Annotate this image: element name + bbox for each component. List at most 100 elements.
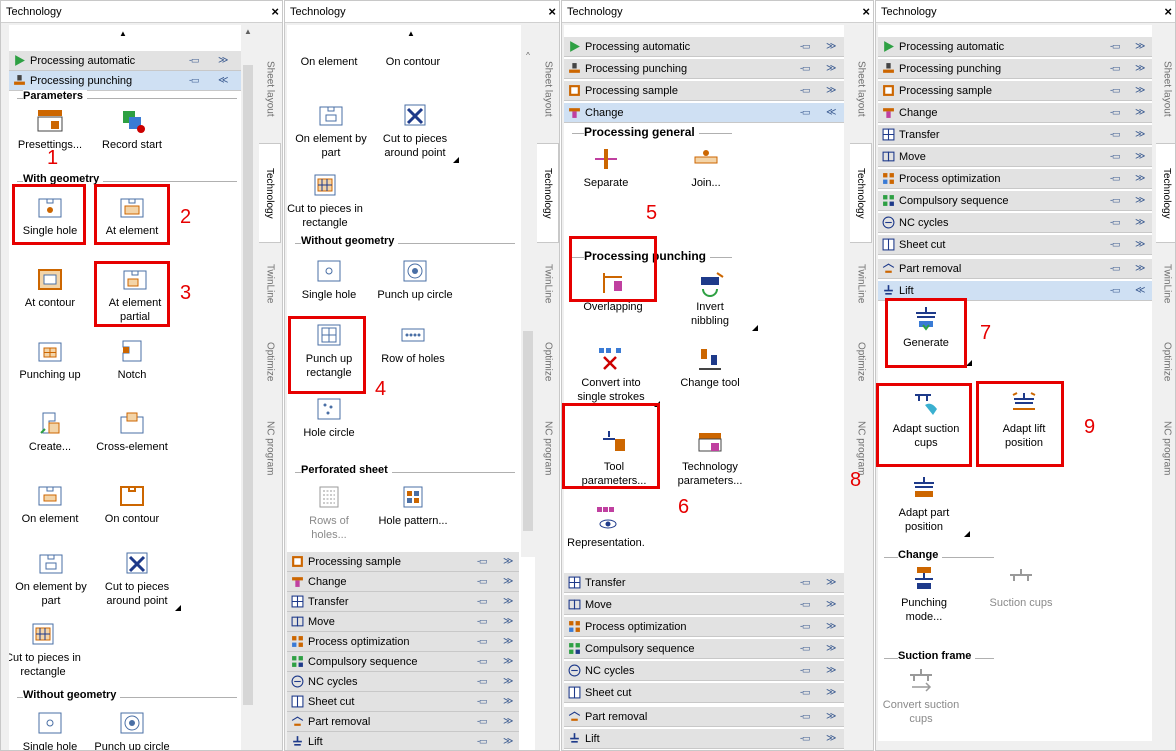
group-move[interactable]: Move -▭ ≫: [287, 612, 519, 632]
expand-icon[interactable]: ≫: [1135, 85, 1145, 96]
group-transfer[interactable]: Transfer -▭ ≫: [564, 573, 844, 593]
expand-icon[interactable]: ≫: [1135, 239, 1145, 250]
expand-icon[interactable]: ≫: [503, 696, 513, 707]
tab-sheet-layout[interactable]: Sheet layout: [850, 39, 872, 139]
expand-icon[interactable]: ≫: [826, 733, 836, 744]
pin-icon[interactable]: -▭: [189, 75, 199, 86]
hole-circle-button[interactable]: Hole circle: [287, 395, 371, 440]
expand-icon[interactable]: ≫: [1135, 195, 1145, 206]
vertical-scrollbar[interactable]: ^: [521, 25, 535, 557]
group-move[interactable]: Move -▭ ≫: [564, 595, 844, 615]
group-process-optimization[interactable]: Process optimization -▭ ≫: [564, 617, 844, 637]
group-compulsory-sequence[interactable]: Compulsory sequence -▭ ≫: [878, 191, 1152, 211]
scroll-top-icon[interactable]: ▲: [119, 29, 127, 38]
on-element-by-part-button[interactable]: On element by part: [9, 549, 93, 609]
expand-icon[interactable]: ≫: [503, 656, 513, 667]
pin-icon[interactable]: -▭: [477, 656, 487, 667]
on-element-button[interactable]: On element: [9, 481, 91, 526]
group-processing-punching[interactable]: Processing punching -▭ ≫: [564, 59, 844, 79]
create-button[interactable]: Create...: [9, 409, 91, 454]
group-part-removal[interactable]: Part removal -▭ ≫: [287, 712, 519, 732]
group-sheet-cut[interactable]: Sheet cut -▭ ≫: [878, 235, 1152, 255]
scroll-thumb[interactable]: [243, 65, 253, 705]
pin-icon[interactable]: -▭: [1110, 85, 1120, 96]
cut-to-pieces-around-point-button[interactable]: Cut to pieces around point: [95, 549, 181, 611]
tab-optimize[interactable]: Optimize: [1156, 325, 1175, 399]
single-hole-button[interactable]: Single hole: [287, 257, 371, 302]
expand-icon[interactable]: ≫: [1135, 217, 1145, 228]
convert-single-strokes-button[interactable]: Convert into single strokes: [564, 345, 660, 407]
pin-icon[interactable]: -▭: [800, 665, 810, 676]
technology-parameters-button[interactable]: Technology parameters...: [668, 429, 752, 489]
expand-icon[interactable]: ≫: [1135, 263, 1145, 274]
group-sheet-cut[interactable]: Sheet cut -▭ ≫: [564, 683, 844, 703]
tab-twinline[interactable]: TwinLine: [537, 247, 559, 321]
expand-icon[interactable]: ≫: [826, 687, 836, 698]
pin-icon[interactable]: -▭: [1110, 63, 1120, 74]
cut-to-pieces-around-point-button[interactable]: Cut to pieces around point: [373, 101, 459, 163]
single-hole-button[interactable]: Single hole: [9, 709, 91, 750]
expand-icon[interactable]: ≫: [826, 643, 836, 654]
pin-icon[interactable]: -▭: [477, 576, 487, 587]
on-contour-button[interactable]: On contour: [371, 55, 455, 69]
invert-nibbling-button[interactable]: Invert nibbling: [668, 269, 758, 331]
group-processing-automatic[interactable]: Processing automatic -▭ ≫: [878, 37, 1152, 57]
group-processing-sample[interactable]: Processing sample -▭ ≫: [564, 81, 844, 101]
pin-icon[interactable]: -▭: [800, 63, 810, 74]
change-tool-button[interactable]: Change tool: [668, 345, 752, 390]
pin-icon[interactable]: -▭: [1110, 173, 1120, 184]
on-element-by-part-button[interactable]: On element by part: [287, 101, 375, 161]
cross-element-button[interactable]: Cross-element: [91, 409, 173, 454]
tab-sheet-layout[interactable]: Sheet layout: [537, 39, 559, 139]
pin-icon[interactable]: -▭: [477, 676, 487, 687]
convert-suction-cups-button[interactable]: Convert suction cups: [878, 667, 966, 727]
tab-nc-program[interactable]: NC program: [1156, 403, 1175, 493]
pin-icon[interactable]: -▭: [1110, 239, 1120, 250]
separate-button[interactable]: Separate: [564, 145, 648, 190]
expand-icon[interactable]: ≫: [826, 621, 836, 632]
pin-icon[interactable]: -▭: [800, 643, 810, 654]
group-compulsory-sequence[interactable]: Compulsory sequence -▭ ≫: [564, 639, 844, 659]
pin-icon[interactable]: -▭: [477, 636, 487, 647]
group-change[interactable]: Change -▭ ≫: [287, 572, 519, 592]
expand-icon[interactable]: ≫: [826, 41, 836, 52]
row-of-holes-button[interactable]: Row of holes: [371, 321, 455, 366]
pin-icon[interactable]: -▭: [1110, 217, 1120, 228]
expand-icon[interactable]: ≫: [1135, 129, 1145, 140]
pin-icon[interactable]: -▭: [1110, 129, 1120, 140]
group-lift[interactable]: Lift -▭ ≫: [287, 732, 519, 750]
pin-icon[interactable]: -▭: [1110, 107, 1120, 118]
pin-icon[interactable]: -▭: [477, 616, 487, 627]
expand-icon[interactable]: ≫: [1135, 41, 1145, 52]
group-lift[interactable]: Lift -▭ ≫: [564, 729, 844, 749]
expand-icon[interactable]: ≫: [826, 63, 836, 74]
collapse-icon[interactable]: ≪: [826, 107, 836, 118]
expand-icon[interactable]: ≫: [1135, 63, 1145, 74]
pin-icon[interactable]: -▭: [800, 107, 810, 118]
group-processing-punching[interactable]: Processing punching -▭ ≪: [9, 71, 241, 91]
group-compulsory-sequence[interactable]: Compulsory sequence -▭ ≫: [287, 652, 519, 672]
record-start-button[interactable]: Record start: [91, 107, 173, 152]
rows-of-holes-button[interactable]: Rows of holes...: [293, 483, 365, 543]
pin-icon[interactable]: -▭: [477, 716, 487, 727]
group-nc-cycles[interactable]: NC cycles -▭ ≫: [287, 672, 519, 692]
group-processing-sample[interactable]: Processing sample -▭ ≫: [878, 81, 1152, 101]
expand-icon[interactable]: ≫: [503, 616, 513, 627]
scroll-up-icon[interactable]: ^: [521, 51, 535, 60]
pin-icon[interactable]: -▭: [1110, 285, 1120, 296]
punch-up-circle-button[interactable]: Punch up circle: [371, 257, 459, 302]
tab-technology[interactable]: Technology: [259, 143, 281, 243]
pin-icon[interactable]: -▭: [800, 599, 810, 610]
pin-icon[interactable]: -▭: [800, 733, 810, 744]
expand-icon[interactable]: ≫: [503, 736, 513, 747]
punching-up-button[interactable]: Punching up: [9, 337, 91, 382]
pin-icon[interactable]: -▭: [800, 687, 810, 698]
at-contour-button[interactable]: At contour: [9, 265, 91, 310]
group-processing-automatic[interactable]: Processing automatic -▭ ≫: [564, 37, 844, 57]
group-nc-cycles[interactable]: NC cycles -▭ ≫: [878, 213, 1152, 233]
representation-button[interactable]: Representation.: [564, 505, 654, 550]
tab-twinline[interactable]: TwinLine: [850, 247, 872, 321]
pin-icon[interactable]: -▭: [189, 55, 199, 66]
collapse-icon[interactable]: ≪: [218, 75, 228, 86]
pin-icon[interactable]: -▭: [477, 596, 487, 607]
